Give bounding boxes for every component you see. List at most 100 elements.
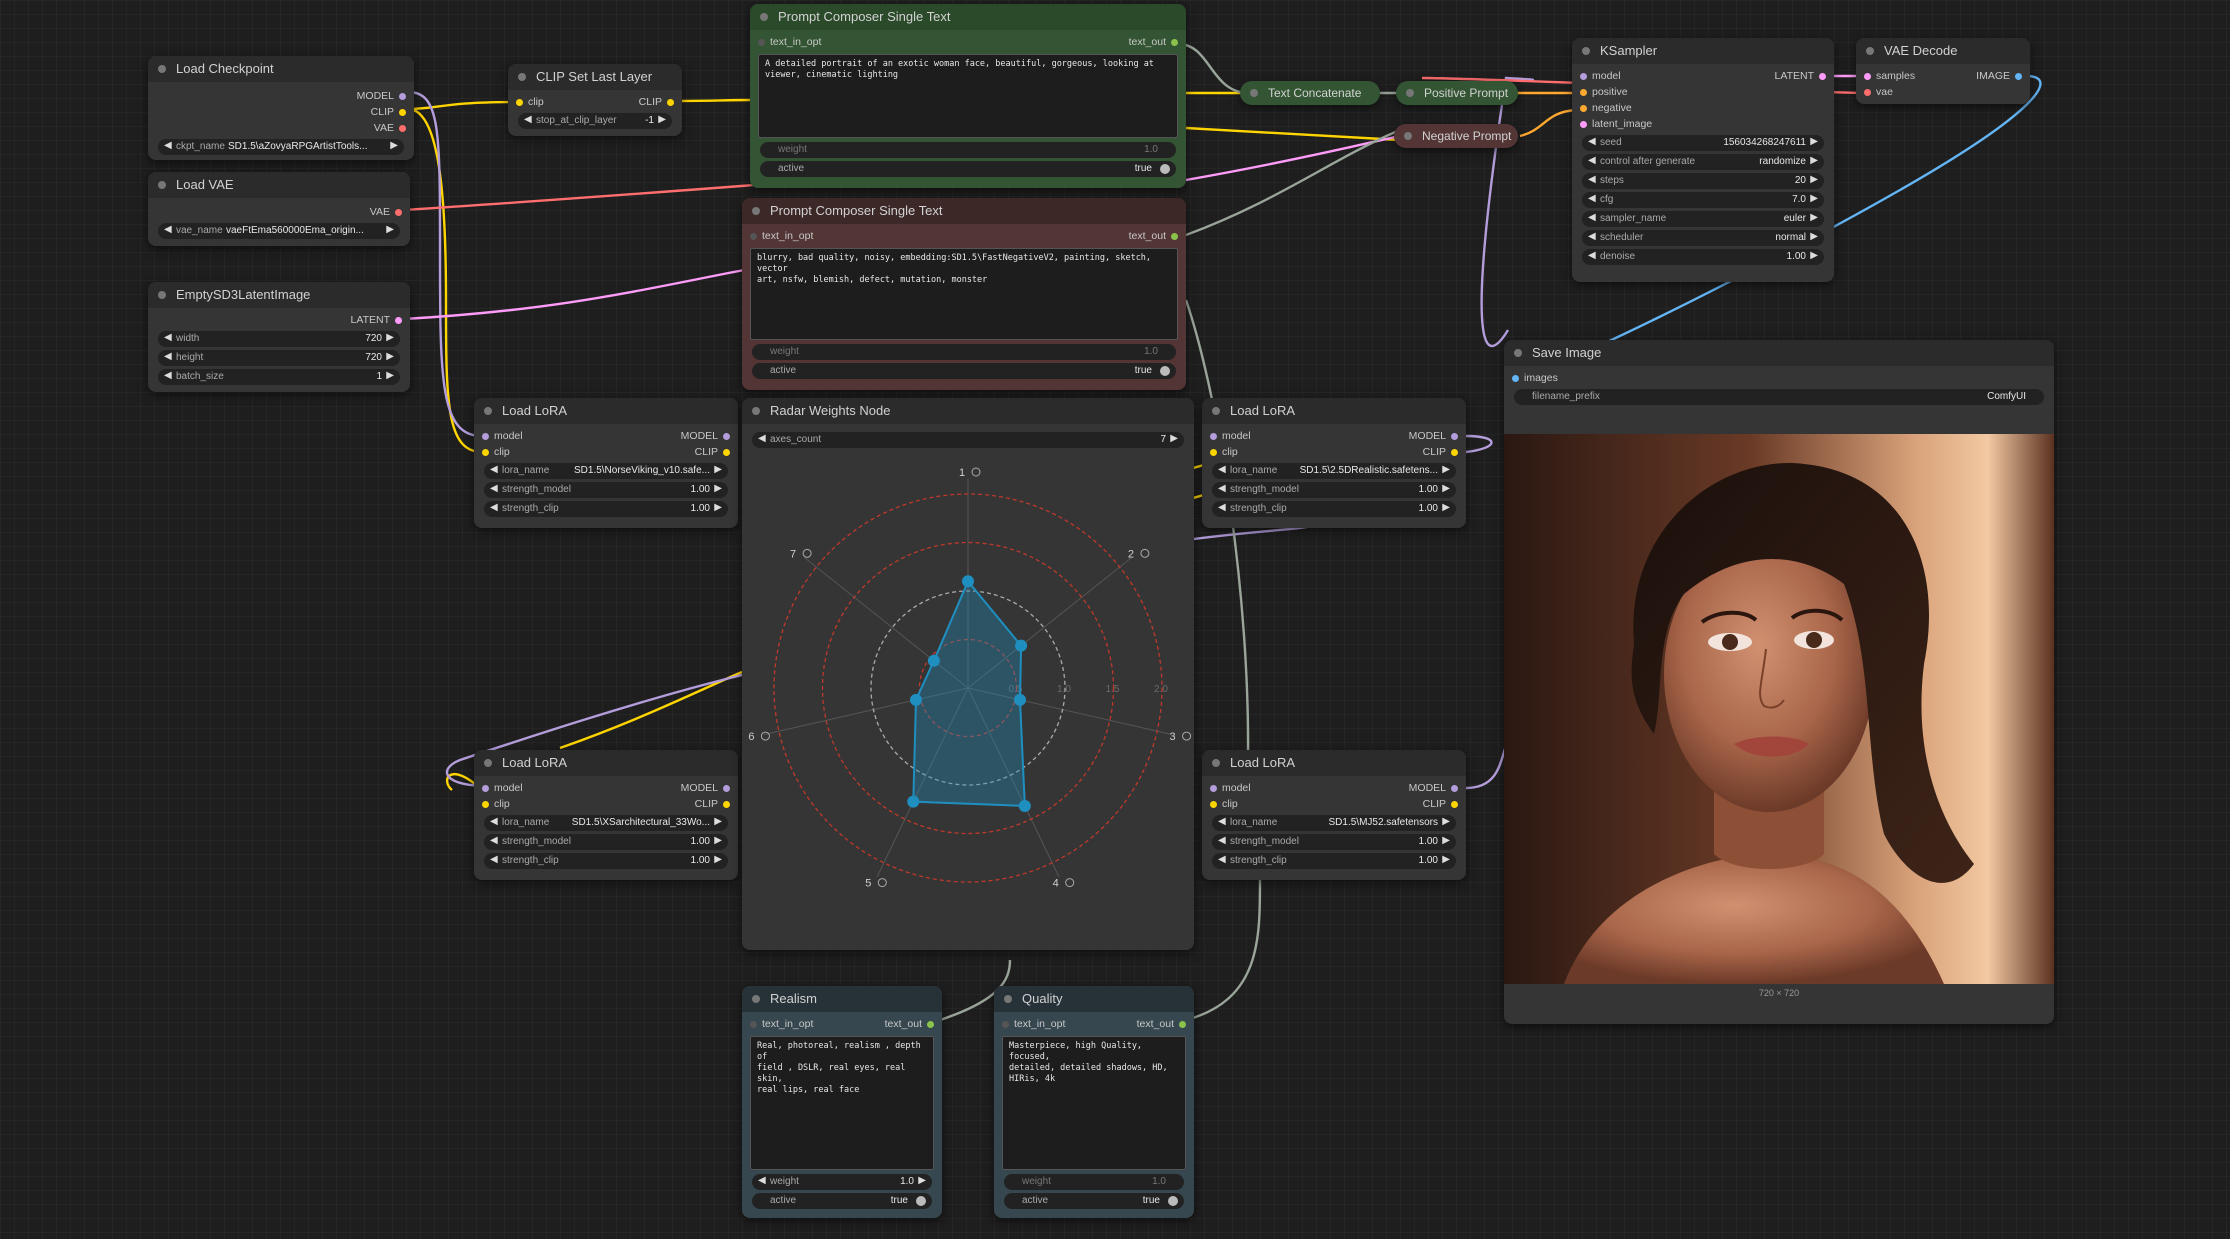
negative-prompt-node[interactable]: Negative Prompt: [1394, 124, 1518, 148]
arrow-right-icon[interactable]: ▶: [1810, 174, 1818, 185]
quality-node[interactable]: Quality text_in_opt text_out Masterpiece,…: [994, 986, 1194, 1218]
node-title[interactable]: Negative Prompt: [1394, 124, 1518, 148]
arrow-left-icon[interactable]: ◀: [1218, 816, 1226, 827]
ksampler-node[interactable]: KSampler model LATENT positive negative l…: [1572, 38, 1834, 282]
collapse-dot-icon[interactable]: [158, 181, 166, 189]
strength-model-number[interactable]: ◀ strength_model 1.00 ▶: [1212, 482, 1456, 498]
arrow-left-icon[interactable]: ◀: [1588, 174, 1596, 185]
arrow-right-icon[interactable]: ▶: [714, 502, 722, 513]
arrow-left-icon[interactable]: ◀: [1588, 193, 1596, 204]
arrow-left-icon[interactable]: ◀: [1218, 464, 1226, 475]
input-text-in-opt[interactable]: text_in_opt: [750, 1018, 813, 1030]
arrow-left-icon[interactable]: ◀: [1218, 854, 1226, 865]
collapse-dot-icon[interactable]: [158, 291, 166, 299]
arrow-left-icon[interactable]: ◀: [1588, 231, 1596, 242]
active-toggle[interactable]: active true: [760, 161, 1176, 177]
arrow-right-icon[interactable]: ▶: [386, 351, 394, 362]
active-toggle[interactable]: active true: [1004, 1193, 1184, 1209]
arrow-left-icon[interactable]: ◀: [524, 114, 532, 125]
node-title[interactable]: Radar Weights Node: [742, 398, 1194, 424]
input-model[interactable]: model: [482, 782, 523, 794]
strength-model-number[interactable]: ◀ strength_model 1.00 ▶: [484, 834, 728, 850]
collapse-dot-icon[interactable]: [1212, 407, 1220, 415]
input-images[interactable]: images: [1512, 372, 1558, 384]
width-number[interactable]: ◀ width 720 ▶: [158, 331, 400, 347]
collapse-dot-icon[interactable]: [1250, 89, 1258, 97]
arrow-left-icon[interactable]: ◀: [1218, 502, 1226, 513]
collapse-dot-icon[interactable]: [752, 407, 760, 415]
strength-clip-number[interactable]: ◀ strength_clip 1.00 ▶: [484, 501, 728, 517]
lora-name-combo[interactable]: ◀ lora_name SD1.5\NorseViking_v10.safe... ▶: [484, 463, 728, 479]
input-text-in-opt[interactable]: text_in_opt: [750, 230, 813, 242]
output-latent[interactable]: LATENT: [351, 314, 403, 326]
output-clip[interactable]: CLIP: [639, 96, 675, 108]
node-title[interactable]: Prompt Composer Single Text: [750, 4, 1186, 30]
collapse-dot-icon[interactable]: [1404, 132, 1412, 140]
output-text-out[interactable]: text_out: [1137, 1018, 1187, 1030]
node-title[interactable]: Save Image: [1504, 340, 2054, 366]
strength-clip-number[interactable]: ◀ strength_clip 1.00 ▶: [1212, 501, 1456, 517]
node-title[interactable]: VAE Decode: [1856, 38, 2030, 64]
arrow-right-icon[interactable]: ▶: [1442, 502, 1450, 513]
arrow-right-icon[interactable]: ▶: [918, 1175, 926, 1186]
node-title[interactable]: Load LoRA: [474, 398, 738, 424]
output-text-out[interactable]: text_out: [1129, 230, 1179, 242]
output-clip[interactable]: CLIP: [1423, 798, 1459, 810]
weight-number[interactable]: ◀ weight 1.0 ▶: [752, 1174, 932, 1190]
collapse-dot-icon[interactable]: [158, 65, 166, 73]
lora-name-combo[interactable]: ◀ lora_name SD1.5\2.5DRealistic.safetens..…: [1212, 463, 1456, 479]
arrow-right-icon[interactable]: ▶: [386, 332, 394, 343]
toggle-knob-icon[interactable]: [1168, 1196, 1178, 1206]
input-model[interactable]: model: [1210, 782, 1251, 794]
node-title[interactable]: Quality: [994, 986, 1194, 1012]
load-lora-node-3[interactable]: Load LoRA model MODEL clip CLIP ◀ lora_name…: [474, 750, 738, 880]
node-title[interactable]: CLIP Set Last Layer: [508, 64, 682, 90]
arrow-right-icon[interactable]: ▶: [714, 483, 722, 494]
output-clip[interactable]: CLIP: [371, 106, 407, 118]
empty-latent-image-node[interactable]: EmptySD3LatentImage LATENT ◀ width 720 ▶ ◀ h…: [148, 282, 410, 392]
arrow-right-icon[interactable]: ▶: [386, 370, 394, 381]
arrow-left-icon[interactable]: ◀: [164, 140, 172, 151]
sampler-name-combo[interactable]: ◀ sampler_name euler ▶: [1582, 211, 1824, 227]
output-latent[interactable]: LATENT: [1775, 70, 1827, 82]
arrow-left-icon[interactable]: ◀: [758, 1175, 766, 1186]
arrow-left-icon[interactable]: ◀: [1588, 250, 1596, 261]
arrow-left-icon[interactable]: ◀: [1588, 155, 1596, 166]
node-title[interactable]: Load LoRA: [474, 750, 738, 776]
radar-chart[interactable]: 0.5 1.0 1.5 2.01234567: [742, 462, 1194, 942]
arrow-left-icon[interactable]: ◀: [1588, 136, 1596, 147]
collapse-dot-icon[interactable]: [1406, 89, 1414, 97]
node-title[interactable]: EmptySD3LatentImage: [148, 282, 410, 308]
radar-weights-node[interactable]: Radar Weights Node ◀ axes_count 7 ▶ 0.5 1.0 1…: [742, 398, 1194, 950]
positive-prompt-node[interactable]: Positive Prompt: [1396, 81, 1518, 105]
node-title[interactable]: KSampler: [1572, 38, 1834, 64]
arrow-left-icon[interactable]: ◀: [490, 835, 498, 846]
load-vae-node[interactable]: Load VAE VAE ◀ vae_name vaeFtEma560000Ema_…: [148, 172, 410, 246]
collapse-dot-icon[interactable]: [1514, 349, 1522, 357]
collapse-dot-icon[interactable]: [1866, 47, 1874, 55]
active-toggle[interactable]: active true: [752, 1193, 932, 1209]
node-title[interactable]: Prompt Composer Single Text: [742, 198, 1186, 224]
prompt-textarea[interactable]: Real, photoreal, realism , depth of fiel…: [750, 1036, 934, 1170]
arrow-right-icon[interactable]: ▶: [714, 464, 722, 475]
input-clip[interactable]: clip: [482, 798, 510, 810]
active-toggle[interactable]: active true: [752, 363, 1176, 379]
arrow-right-icon[interactable]: ▶: [1810, 231, 1818, 242]
arrow-right-icon[interactable]: ▶: [390, 140, 398, 151]
input-clip[interactable]: clip: [1210, 446, 1238, 458]
collapse-dot-icon[interactable]: [1212, 759, 1220, 767]
scheduler-combo[interactable]: ◀ scheduler normal ▶: [1582, 230, 1824, 246]
arrow-left-icon[interactable]: ◀: [490, 464, 498, 475]
arrow-left-icon[interactable]: ◀: [1218, 483, 1226, 494]
batch-size-number[interactable]: ◀ batch_size 1 ▶: [158, 369, 400, 385]
ckpt-name-combo[interactable]: ◀ ckpt_name SD1.5\aZovyaRPGArtistTools... ▶: [158, 139, 404, 155]
load-lora-node-1[interactable]: Load LoRA model MODEL clip CLIP ◀ lora_name…: [474, 398, 738, 528]
input-positive[interactable]: positive: [1580, 86, 1628, 98]
arrow-right-icon[interactable]: ▶: [1442, 464, 1450, 475]
denoise-number[interactable]: ◀ denoise 1.00 ▶: [1582, 249, 1824, 265]
weight-number[interactable]: weight 1.0: [752, 344, 1176, 360]
collapse-dot-icon[interactable]: [484, 759, 492, 767]
arrow-left-icon[interactable]: ◀: [490, 816, 498, 827]
collapse-dot-icon[interactable]: [1004, 995, 1012, 1003]
output-text-out[interactable]: text_out: [1129, 36, 1179, 48]
